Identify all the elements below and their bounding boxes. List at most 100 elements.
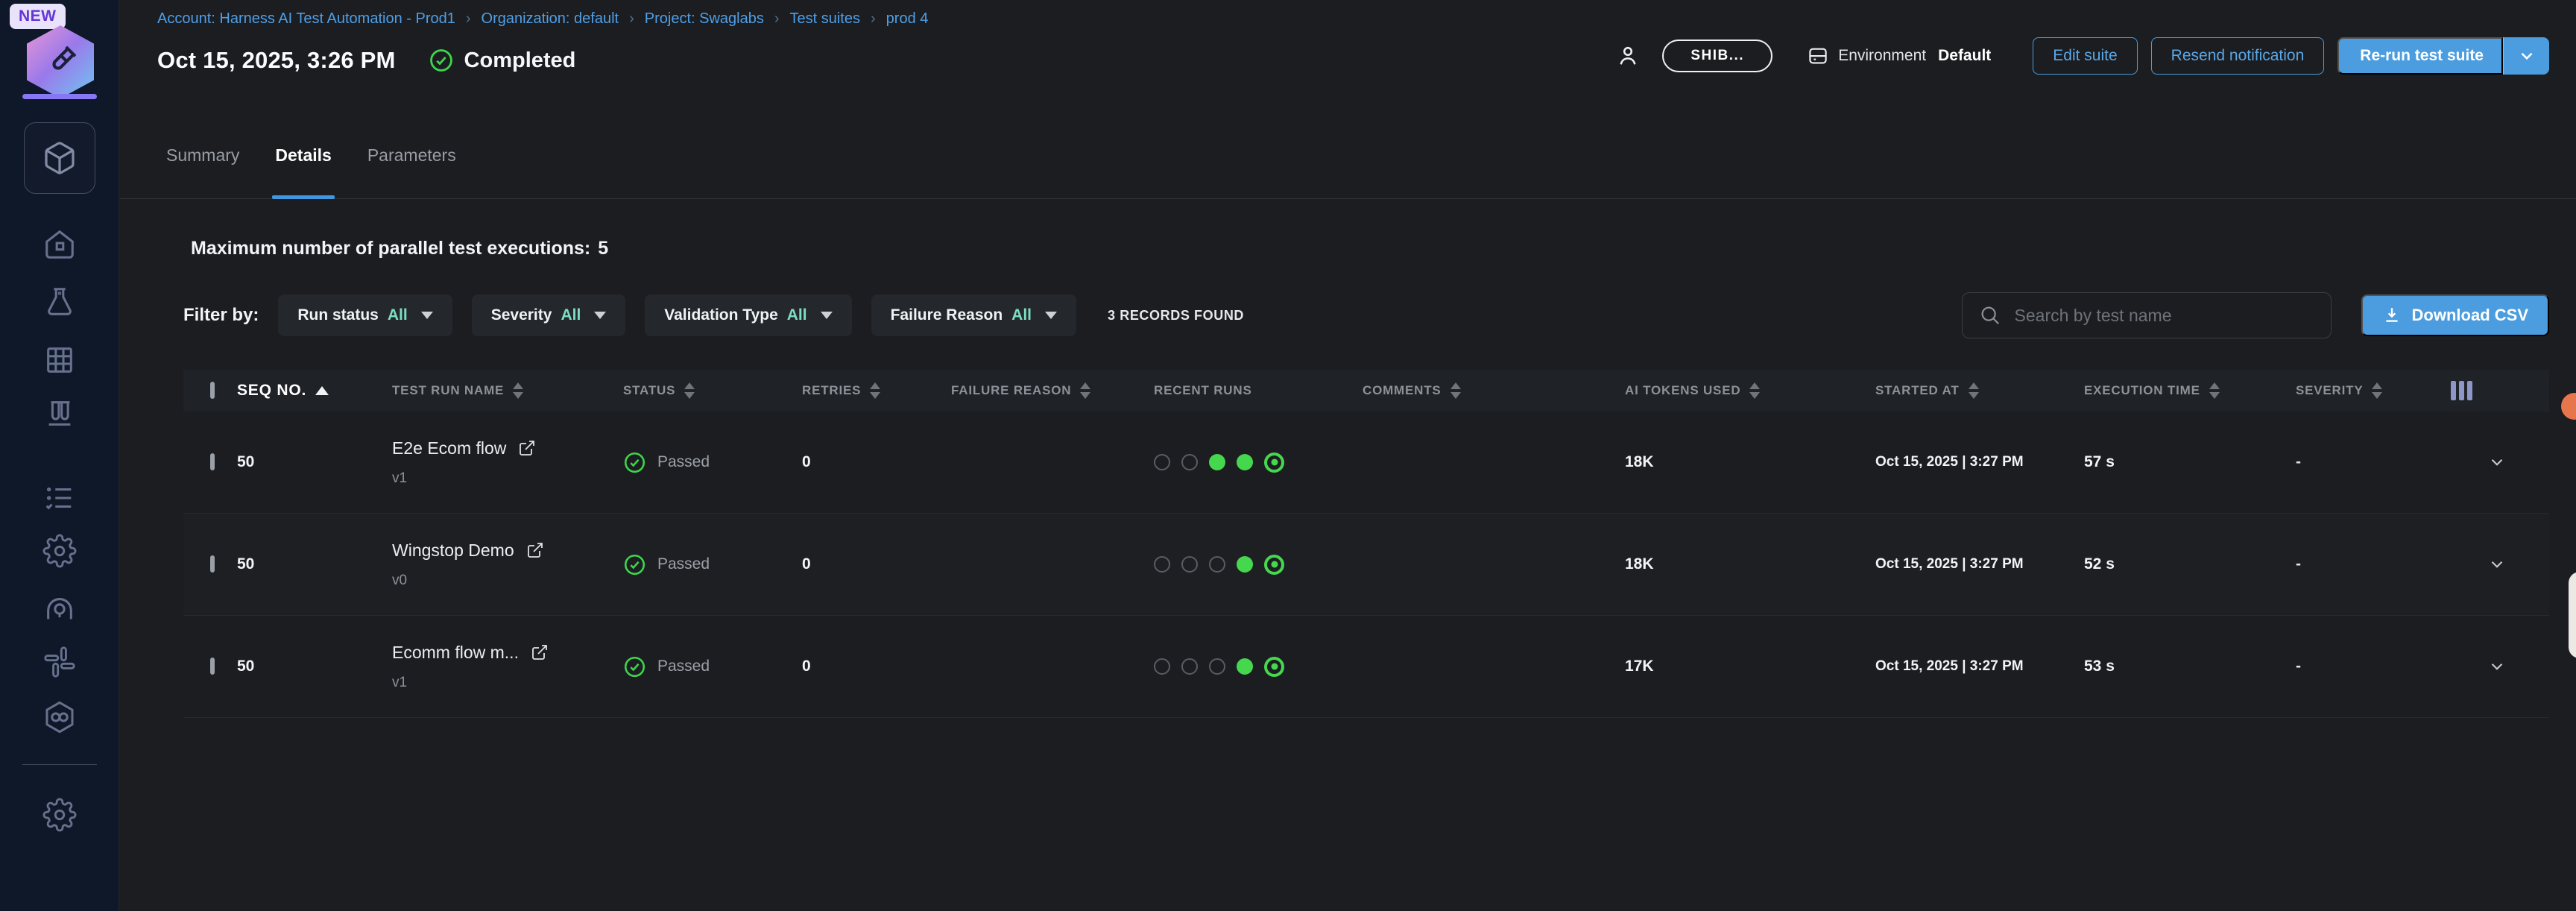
column-header-retries[interactable]: RETRIES xyxy=(802,382,951,399)
expand-row-chevron[interactable] xyxy=(2445,453,2549,472)
sort-ascending-icon xyxy=(315,386,329,395)
edit-suite-button[interactable]: Edit suite xyxy=(2033,37,2137,75)
row-checkbox[interactable] xyxy=(210,658,215,675)
environment-label: Environment xyxy=(1838,47,1926,65)
caret-down-icon xyxy=(1045,312,1057,319)
environment-selector[interactable]: Environment Default xyxy=(1807,45,1991,67)
download-csv-button[interactable]: Download CSV xyxy=(2361,294,2549,336)
test-version: v1 xyxy=(392,470,601,487)
sort-icon[interactable] xyxy=(513,382,523,399)
sidebar-item-checklist[interactable] xyxy=(42,481,77,515)
validation-type-filter[interactable]: Validation Type All xyxy=(645,294,851,336)
user-icon[interactable] xyxy=(1616,44,1640,68)
column-header-started-at[interactable]: STARTED AT xyxy=(1875,382,2084,399)
test-run-name-link[interactable]: E2e Ecom flow xyxy=(392,438,506,458)
recent-run-dot xyxy=(1237,454,1253,470)
recent-run-dot xyxy=(1154,556,1170,573)
download-csv-label: Download CSV xyxy=(2412,306,2528,325)
row-checkbox[interactable] xyxy=(210,453,215,470)
column-header-severity[interactable]: SEVERITY xyxy=(2296,382,2445,399)
grid-icon xyxy=(42,343,77,377)
account-badge[interactable]: SHIB... xyxy=(1662,40,1772,72)
sidebar-item-account-settings[interactable] xyxy=(42,798,77,832)
download-icon xyxy=(2382,306,2402,325)
page-title: Oct 15, 2025, 3:26 PM xyxy=(157,47,396,74)
filter-name: Run status xyxy=(297,306,379,324)
sidebar-item-slack[interactable] xyxy=(42,645,77,679)
recent-run-dot xyxy=(1181,454,1198,470)
sidebar-item-settings-gear[interactable] xyxy=(42,534,77,568)
seq-no: 50 xyxy=(222,658,392,675)
sidebar-item-home[interactable] xyxy=(42,227,77,262)
breadcrumb-account[interactable]: Account: Harness AI Test Automation - Pr… xyxy=(157,10,455,28)
external-link-icon[interactable] xyxy=(526,541,544,559)
sort-icon[interactable] xyxy=(1749,382,1760,399)
sidebar-item-experiments[interactable] xyxy=(42,285,77,319)
sort-icon[interactable] xyxy=(684,382,695,399)
severity-filter[interactable]: Severity All xyxy=(472,294,626,336)
max-parallel-executions: Maximum number of parallel test executio… xyxy=(183,238,2549,259)
filter-value: All xyxy=(388,306,408,324)
incognito-icon xyxy=(42,591,77,625)
tab-details[interactable]: Details xyxy=(275,112,331,198)
sort-icon[interactable] xyxy=(1450,382,1461,399)
harness-ai-test-automation-logo[interactable] xyxy=(27,25,94,98)
environment-value: Default xyxy=(1938,47,1991,65)
sort-icon[interactable] xyxy=(1080,382,1090,399)
status-label: Passed xyxy=(657,555,710,573)
sidebar-item-module-active[interactable] xyxy=(24,122,95,194)
expand-row-chevron[interactable] xyxy=(2445,555,2549,574)
chevron-down-icon xyxy=(2487,555,2507,574)
breadcrumb-separator: › xyxy=(871,10,876,28)
table-row[interactable]: 50 Ecomm flow m... v1 Passed xyxy=(183,616,2549,718)
column-header-comments[interactable]: COMMENTS xyxy=(1363,382,1625,399)
select-all-checkbox[interactable] xyxy=(210,382,215,399)
breadcrumb-test-suites[interactable]: Test suites xyxy=(790,10,860,28)
expand-row-chevron[interactable] xyxy=(2445,657,2549,676)
rerun-test-suite-button[interactable]: Re-run test suite xyxy=(2337,37,2503,75)
breadcrumb-project[interactable]: Project: Swaglabs xyxy=(645,10,764,28)
page-header: Account: Harness AI Test Automation - Pr… xyxy=(120,0,2576,112)
column-header-ai-tokens-used[interactable]: AI TOKENS USED xyxy=(1625,382,1875,399)
sidebar-item-test-tubes[interactable] xyxy=(42,397,77,431)
run-status-filter[interactable]: Run status All xyxy=(278,294,452,336)
test-run-name-link[interactable]: Wingstop Demo xyxy=(392,540,514,561)
external-link-icon[interactable] xyxy=(518,439,536,457)
caret-down-icon xyxy=(421,312,433,319)
severity-value: - xyxy=(2296,555,2445,573)
recent-run-dot xyxy=(1154,658,1170,675)
sort-icon[interactable] xyxy=(2209,382,2220,399)
status-label: Passed xyxy=(657,658,710,675)
rerun-options-dropdown[interactable] xyxy=(2503,37,2549,75)
feedback-tab-widget[interactable] xyxy=(2569,572,2576,658)
tab-summary[interactable]: Summary xyxy=(166,112,239,198)
column-header-status[interactable]: STATUS xyxy=(623,382,802,399)
column-header-seq-no[interactable]: SEQ NO. xyxy=(222,382,392,400)
test-run-name-link[interactable]: Ecomm flow m... xyxy=(392,643,519,663)
external-link-icon[interactable] xyxy=(531,643,549,661)
column-header-failure-reason[interactable]: FAILURE REASON xyxy=(951,382,1154,399)
test-tubes-icon xyxy=(42,397,77,431)
gear-icon xyxy=(42,798,77,832)
column-header-test-run-name[interactable]: TEST RUN NAME xyxy=(392,382,623,399)
resend-notification-button[interactable]: Resend notification xyxy=(2151,37,2325,75)
sort-icon[interactable] xyxy=(2372,382,2382,399)
failure-reason-filter[interactable]: Failure Reason All xyxy=(871,294,1076,336)
filter-name: Failure Reason xyxy=(891,306,1003,324)
breadcrumb-separator: › xyxy=(774,10,780,28)
max-parallel-label: Maximum number of parallel test executio… xyxy=(191,238,590,259)
column-settings-icon[interactable] xyxy=(2445,381,2549,400)
breadcrumb-organization[interactable]: Organization: default xyxy=(482,10,619,28)
search-input[interactable] xyxy=(2015,306,2314,326)
sort-icon[interactable] xyxy=(870,382,880,399)
sort-icon[interactable] xyxy=(1969,382,1979,399)
sidebar-item-pipelines[interactable] xyxy=(42,699,78,735)
tab-parameters[interactable]: Parameters xyxy=(367,112,456,198)
table-row[interactable]: 50 E2e Ecom flow v1 Passed xyxy=(183,412,2549,514)
table-row[interactable]: 50 Wingstop Demo v0 Passed xyxy=(183,514,2549,616)
breadcrumb-suite-run[interactable]: prod 4 xyxy=(886,10,929,28)
sidebar-item-grid[interactable] xyxy=(42,343,77,377)
sidebar-item-incognito[interactable] xyxy=(42,591,77,625)
column-header-execution-time[interactable]: EXECUTION TIME xyxy=(2084,382,2296,399)
row-checkbox[interactable] xyxy=(210,555,215,573)
